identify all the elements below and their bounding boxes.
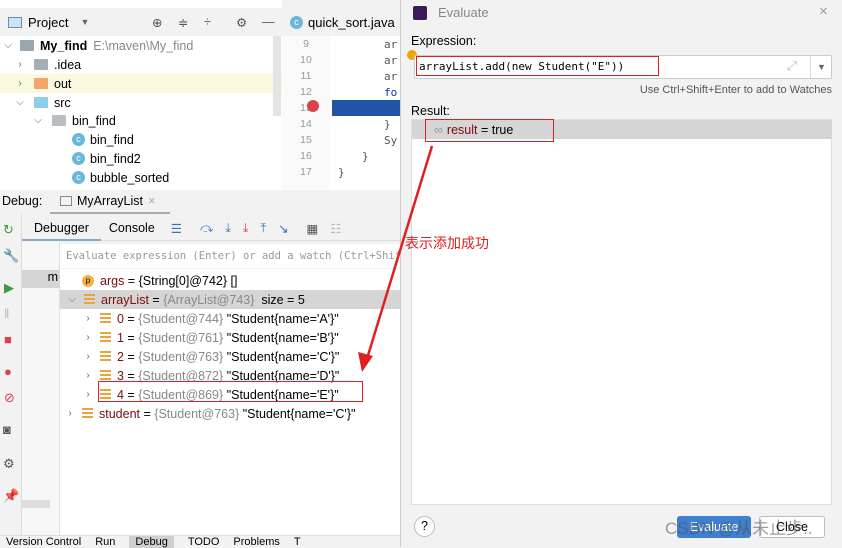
- arrow-head: [358, 352, 373, 372]
- annotation-text: 表示添加成功: [405, 235, 489, 251]
- arrow-line: [364, 145, 434, 363]
- annotation-arrow: [358, 145, 434, 372]
